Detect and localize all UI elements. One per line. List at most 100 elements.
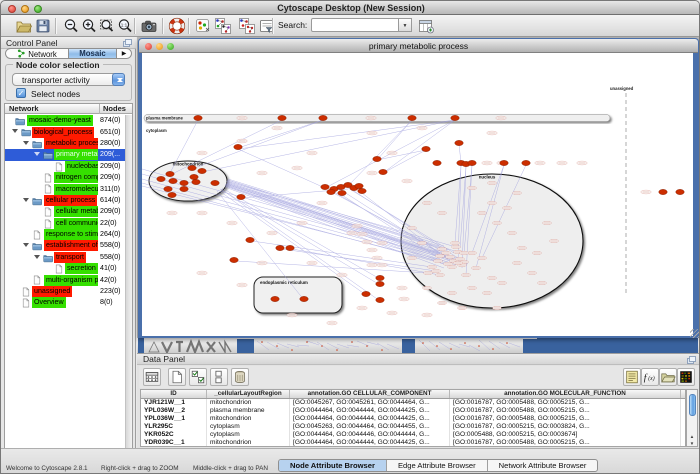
tab-edge-attribute-browser[interactable]: Edge Attribute Browser [387,460,488,471]
tree-row-metabolic-process[interactable]: metabolic process280(0) [5,138,125,149]
tree-row-macromolecule[interactable]: macromolecule311(0) [5,183,125,194]
select-nodes-checkbox[interactable]: ✓ [16,88,26,98]
table-scrollbar[interactable]: ▲ ▼ [686,389,698,447]
table-cell: YKR052C [141,431,207,439]
expander-icon[interactable] [34,152,40,159]
control-panel-tab-strip: Network Mosaic ▶ [5,48,132,59]
tab-mosaic[interactable]: Mosaic [68,49,117,58]
tree-row-mosaic-demo-yeast[interactable]: mosaic-demo-yeast874(0) [5,115,125,126]
search-dropdown-button[interactable]: ▼ [399,18,412,32]
expander-icon[interactable] [23,141,29,148]
table-row[interactable]: YJR121W__1mitochondrion[GO:0045267, GO:0… [141,399,685,407]
table-row[interactable]: YDR039C__1mitochondrion[GO:0044464, GO:0… [141,439,685,447]
open-attr-folder-button[interactable] [659,368,677,386]
tree-row-multi-organism-pro[interactable]: multi-organism pro42(0) [5,274,125,285]
zoom-fit-button[interactable] [98,17,116,35]
window-titlebar[interactable]: Cytoscape Desktop (New Session) [1,1,700,15]
attribute-grid-button[interactable] [143,368,161,386]
tree-row-label: mosaic-demo-yeast [27,115,93,126]
table-cell: [GO:0016787, GO:0005488, GO:0005215, G..… [450,407,681,415]
vizmapper-button[interactable] [194,17,212,35]
zoom-out-icon [62,17,80,35]
tree-row-response-to-stimul[interactable]: response to stimul264(0) [5,229,125,240]
tree-row-unassigned[interactable]: unassigned223(0) [5,286,125,297]
zoom-out-button[interactable] [62,17,80,35]
table-row[interactable]: YKR052Ccytoplasm[GO:0044464, GO:0044446,… [141,431,685,439]
frame-resize-grip[interactable] [690,329,699,338]
scroll-up-arrow[interactable]: ▲ [687,434,697,439]
tree-row-nucleobase-[interactable]: nucleobase-209(0) [5,161,125,172]
layout-network2-button[interactable] [238,17,256,35]
tree-row-label: nitrogen compo [54,172,98,183]
snapshot-camera-button[interactable] [140,17,158,35]
tree-row-label: metabolic process [44,138,98,149]
select-attributes-icon [190,369,206,385]
network-view-frame[interactable]: primary metabolic process plasma membran… [138,38,699,338]
tree-row-biological-process[interactable]: biological_process651(0) [5,126,125,137]
layout-network-button[interactable] [214,17,232,35]
scroll-down-arrow[interactable]: ▼ [687,441,697,446]
tree-row-label: multi-organism pro [44,275,98,286]
tree-row-cell-communica[interactable]: cell communica22(0) [5,218,125,229]
column-header[interactable]: annotation.GO CELLULAR_COMPONENT [290,390,450,398]
network-canvas[interactable]: plasma membranecytoplasmmitochondrionnuc… [142,53,693,336]
table-row[interactable]: YLR295Ccytoplasm[GO:0045263, GO:0044464,… [141,423,685,431]
tree-row-establishment-of-lo[interactable]: establishment of lo558(0) [5,240,125,251]
svg-text:f: f [644,373,648,384]
cytoscape-window: Cytoscape Desktop (New Session) Search: … [0,0,700,474]
open-folder-button[interactable] [15,17,33,35]
formula-button[interactable]: f(x) [641,368,659,386]
zoom-in-button[interactable] [80,17,98,35]
tab-network[interactable]: Network [6,49,68,58]
node-color-dropdown[interactable]: transporter activity [12,73,125,86]
column-header[interactable]: annotation.GO MOLECULAR_FUNCTION [450,390,681,398]
column-header[interactable]: ID [141,390,207,398]
select-attributes-button[interactable] [189,368,207,386]
tab-node-attribute-browser[interactable]: Node Attribute Browser [279,460,387,471]
heatmap-button[interactable] [677,368,695,386]
tree-row-label: cell communica [54,218,98,229]
expander-icon[interactable] [34,255,40,262]
help-ring-button[interactable] [168,17,186,35]
compartment-endoplasmic-reticulum[interactable]: endoplasmic reticulum [254,277,342,313]
attribute-list-button[interactable] [623,368,641,386]
unselect-attributes-icon [211,369,227,385]
tree-row-cellular-process[interactable]: cellular process614(0) [5,195,125,206]
tree-row-label: cellular metabo [54,206,98,217]
tab-network-attribute-browser[interactable]: Network Attribute Browser [488,460,598,471]
tab-overflow-button[interactable]: ▶ [117,49,131,58]
tree-row-cellular-metabo[interactable]: cellular metabo209(0) [5,206,125,217]
tree-row-primary-metabo[interactable]: primary metabo209(... [5,149,125,160]
tree-scrollbar[interactable] [125,115,132,454]
tree-row-overview[interactable]: Overview8(0) [5,297,125,308]
float-panel-icon[interactable] [123,39,132,47]
unselect-attributes-button[interactable] [210,368,228,386]
tree-row-secretion[interactable]: secretion41(0) [5,263,125,274]
expander-icon[interactable] [23,198,29,205]
expander-icon[interactable] [12,129,18,136]
save-button[interactable] [34,17,52,35]
filter-form-button[interactable] [258,17,276,35]
delete-attribute-icon [232,369,248,385]
expander-icon[interactable] [23,243,29,250]
filter-form-icon [258,17,276,35]
column-header[interactable]: _cellularLayoutRegion [207,390,290,398]
table-row[interactable]: YPL036W__2plasma membrane[GO:0044464, GO… [141,407,685,415]
zoom-actual-button[interactable]: 1:1 [116,17,134,35]
search-input[interactable] [311,18,399,32]
layout-network2-icon [238,17,256,35]
new-attribute-button[interactable] [168,368,186,386]
network-view-titlebar[interactable]: primary metabolic process [139,39,698,53]
delete-attribute-button[interactable] [231,368,249,386]
tree-row-nitrogen-compo[interactable]: nitrogen compo209(0) [5,172,125,183]
table-scrollbar-thumb[interactable] [689,394,696,416]
compartment-plasma-membrane[interactable]: plasma membrane [144,115,610,122]
tree-row-label: transport [54,252,86,263]
table-row[interactable]: YPL036W__1mitochondrion[GO:0044464, GO:0… [141,415,685,423]
tree-row-label: nucleobase- [65,161,98,172]
import-table-button[interactable] [417,17,435,35]
tree-row-transport[interactable]: transport558(0) [5,252,125,263]
table-cell: mitochondrion [207,415,290,423]
data-panel-float-icon[interactable] [687,356,696,364]
tree-folder-icon [43,150,53,160]
